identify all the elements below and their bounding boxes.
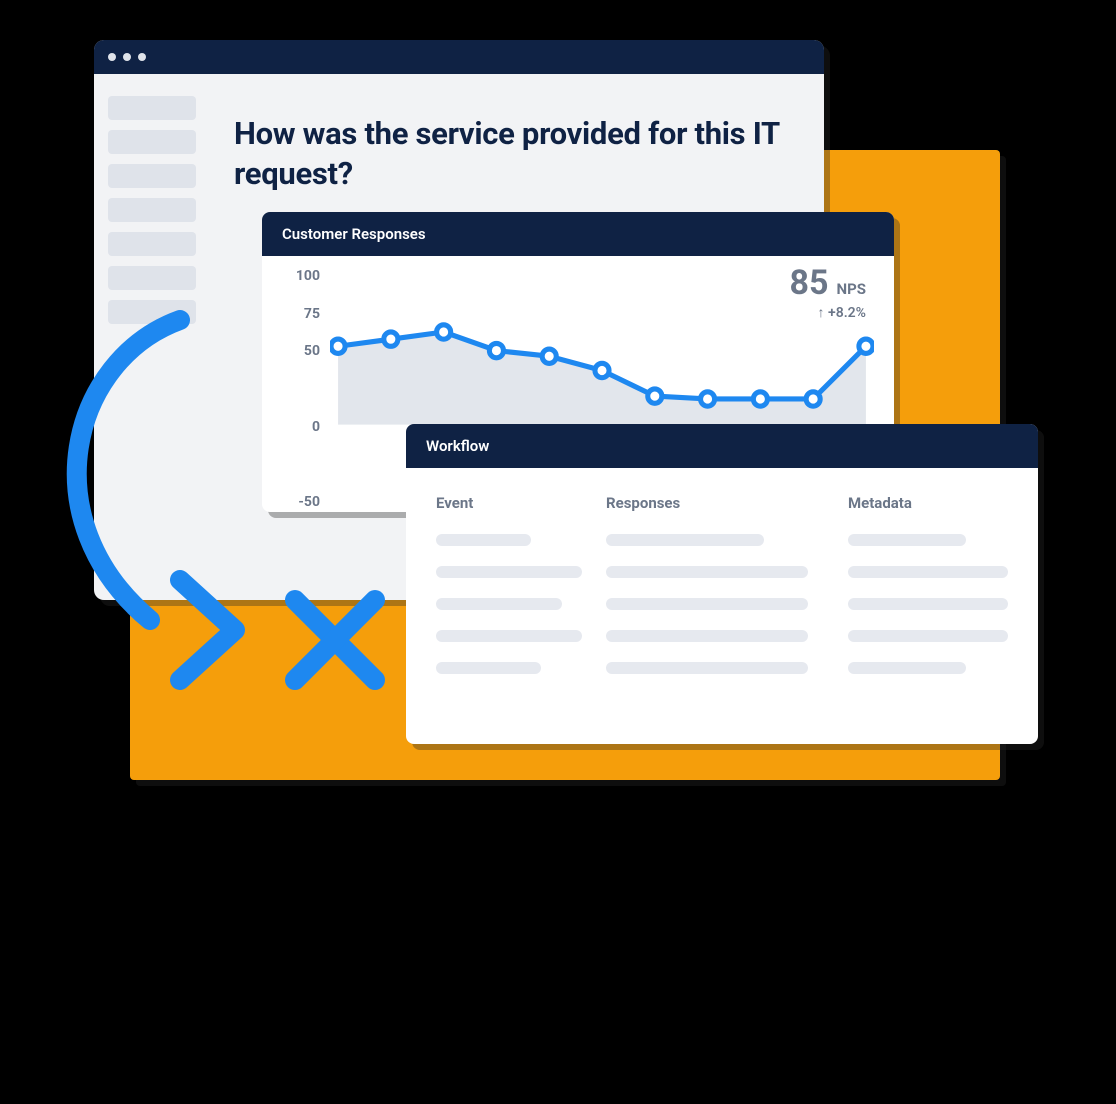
chart-point bbox=[384, 332, 398, 346]
table-row bbox=[606, 566, 808, 578]
workflow-col-event: Event bbox=[436, 494, 606, 694]
table-row bbox=[606, 534, 764, 546]
chart-point bbox=[331, 339, 345, 353]
y-axis: 10075500-50 bbox=[262, 276, 328, 502]
table-row bbox=[436, 630, 582, 642]
chart-point bbox=[489, 343, 503, 357]
y-tick-label: -50 bbox=[298, 494, 320, 510]
workflow-body: Event Responses Metadata bbox=[406, 468, 1038, 720]
y-tick-label: 75 bbox=[304, 306, 320, 322]
y-tick-label: 0 bbox=[312, 419, 320, 435]
chart-point bbox=[648, 389, 662, 403]
survey-question: How was the service provided for this IT… bbox=[234, 114, 784, 195]
sidebar-item[interactable] bbox=[108, 96, 196, 120]
table-row bbox=[848, 598, 1008, 610]
table-row bbox=[848, 662, 966, 674]
workflow-card: Workflow Event Responses Metadata bbox=[406, 424, 1038, 744]
traffic-light-dot bbox=[123, 53, 131, 61]
workflow-col-metadata: Metadata bbox=[848, 494, 1008, 694]
workflow-header-metadata: Metadata bbox=[848, 494, 1008, 512]
chart-point bbox=[806, 392, 820, 406]
sidebar-item[interactable] bbox=[108, 164, 196, 188]
table-row bbox=[436, 598, 562, 610]
y-tick-label: 50 bbox=[304, 343, 320, 359]
workflow-card-title: Workflow bbox=[406, 424, 1038, 468]
table-row bbox=[436, 662, 541, 674]
sidebar-item[interactable] bbox=[108, 130, 196, 154]
traffic-light-dot bbox=[108, 53, 116, 61]
table-row bbox=[848, 630, 1008, 642]
workflow-header-event: Event bbox=[436, 494, 606, 512]
table-row bbox=[436, 566, 582, 578]
sidebar-item[interactable] bbox=[108, 198, 196, 222]
sidebar bbox=[94, 74, 210, 600]
traffic-light-dot bbox=[138, 53, 146, 61]
table-row bbox=[848, 566, 1008, 578]
chart-point bbox=[437, 325, 451, 339]
window-title-bar bbox=[94, 40, 824, 74]
sidebar-item[interactable] bbox=[108, 300, 196, 324]
chart-point bbox=[542, 349, 556, 363]
table-row bbox=[848, 534, 966, 546]
table-row bbox=[606, 630, 808, 642]
workflow-col-responses: Responses bbox=[606, 494, 808, 694]
table-row bbox=[606, 598, 808, 610]
y-tick-label: 100 bbox=[296, 268, 320, 284]
workflow-header-responses: Responses bbox=[606, 494, 808, 512]
chart-point bbox=[859, 339, 873, 353]
sidebar-item[interactable] bbox=[108, 232, 196, 256]
chart-point bbox=[701, 392, 715, 406]
chart-point bbox=[595, 363, 609, 377]
table-row bbox=[436, 534, 531, 546]
stage: How was the service provided for this IT… bbox=[0, 0, 1116, 800]
sidebar-item[interactable] bbox=[108, 266, 196, 290]
table-row bbox=[606, 662, 808, 674]
responses-card-title: Customer Responses bbox=[262, 212, 894, 256]
chart-point bbox=[753, 392, 767, 406]
